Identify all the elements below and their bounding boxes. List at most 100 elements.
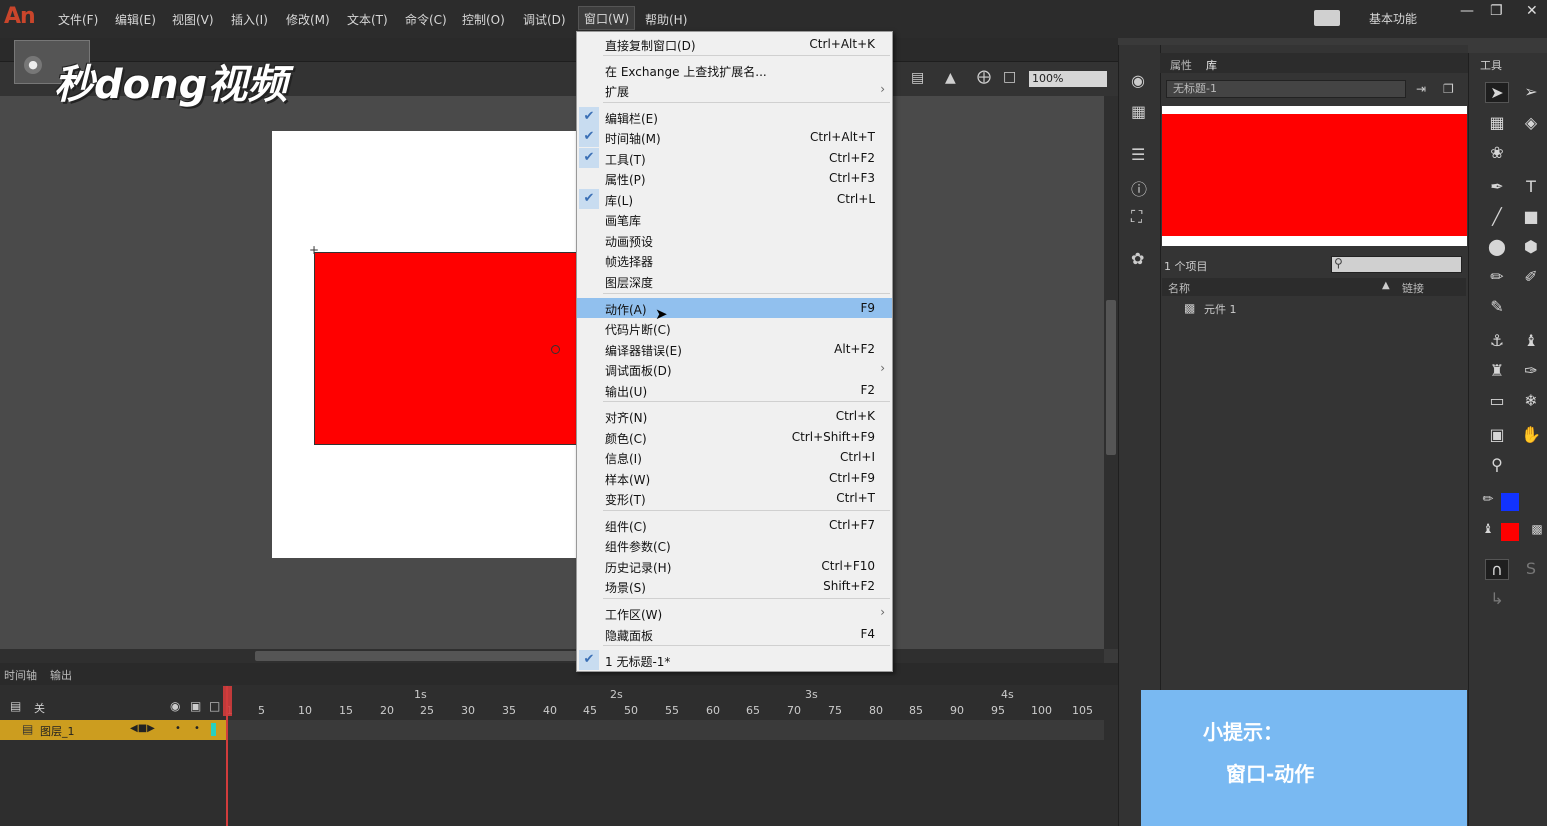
- layer-row[interactable]: ▤ 图层_1 ◀■▶ • •: [0, 720, 228, 740]
- tab-output[interactable]: 输出: [50, 667, 72, 683]
- window-menu-item[interactable]: 画笔库: [577, 209, 892, 229]
- snap-icon[interactable]: ⨁: [977, 69, 991, 85]
- window-menu-item[interactable]: 历史记录(H) Ctrl+F10: [577, 556, 892, 576]
- rectangle-tool-icon[interactable]: ■: [1519, 207, 1543, 226]
- window-menu-item[interactable]: 动画预设: [577, 230, 892, 250]
- menu-view[interactable]: 视图(V): [172, 11, 214, 28]
- window-menu-item[interactable]: 在 Exchange 上查找扩展名...: [577, 60, 892, 80]
- window-menu-item[interactable]: 组件(C) Ctrl+F7: [577, 515, 892, 535]
- library-item[interactable]: 元件 1: [1204, 301, 1237, 317]
- line-tool-icon[interactable]: ╱: [1485, 207, 1509, 226]
- layers-icon[interactable]: ▤: [10, 699, 21, 713]
- swap-colors-icon[interactable]: ▩: [1525, 522, 1547, 536]
- window-menu-item[interactable]: 扩展 ›: [577, 80, 892, 100]
- workspace-sync-icon[interactable]: [1314, 10, 1340, 26]
- width-tool-icon[interactable]: ❄: [1519, 391, 1543, 410]
- swatches-panel-icon[interactable]: ▦: [1131, 102, 1146, 121]
- lock-icon[interactable]: ▣: [190, 699, 201, 713]
- window-menu-item[interactable]: ✔ 工具(T) Ctrl+F2: [577, 148, 892, 168]
- zoom-tool-icon[interactable]: ⚲: [1485, 455, 1509, 474]
- menu-commands[interactable]: 命令(C): [405, 11, 447, 28]
- lasso-tool-icon[interactable]: ❀: [1485, 143, 1509, 162]
- fill-color-swatch[interactable]: [1501, 523, 1519, 541]
- layer-lock-dot[interactable]: •: [194, 723, 200, 734]
- eye-icon[interactable]: ◉: [170, 699, 180, 713]
- playhead[interactable]: [226, 686, 228, 826]
- library-col-name[interactable]: 名称: [1168, 280, 1190, 296]
- menu-file[interactable]: 文件(F): [58, 11, 98, 28]
- window-menu-item[interactable]: ✔ 1 无标题-1*: [577, 650, 892, 670]
- red-rectangle-shape[interactable]: [314, 252, 614, 445]
- clapboard-icon[interactable]: ▤: [911, 70, 924, 86]
- minimize-icon[interactable]: —: [1460, 3, 1474, 19]
- restore-icon[interactable]: ❐: [1490, 3, 1503, 19]
- frames-row[interactable]: [228, 720, 1104, 740]
- menu-control[interactable]: 控制(O): [462, 11, 505, 28]
- window-menu-item[interactable]: 对齐(N) Ctrl+K: [577, 406, 892, 426]
- subselection-tool-icon[interactable]: ➢: [1519, 82, 1543, 101]
- menu-window[interactable]: 窗口(W): [578, 6, 636, 30]
- window-menu-item[interactable]: 直接复制窗口(D) Ctrl+Alt+K: [577, 34, 892, 54]
- text-tool-icon[interactable]: T: [1519, 177, 1543, 196]
- free-transform-tool-icon[interactable]: ▦: [1485, 113, 1509, 132]
- outline-icon[interactable]: □: [209, 699, 220, 713]
- clip-icon[interactable]: □: [1003, 69, 1016, 85]
- window-menu-item[interactable]: 场景(S) Shift+F2: [577, 576, 892, 596]
- camera-tool-icon[interactable]: ▣: [1485, 425, 1509, 444]
- selection-tool-icon[interactable]: ➤: [1485, 82, 1509, 103]
- menu-text[interactable]: 文本(T): [347, 11, 388, 28]
- window-menu-item[interactable]: 帧选择器: [577, 250, 892, 270]
- vertical-scroll-thumb[interactable]: [1106, 300, 1116, 455]
- symbol-icon[interactable]: ▲: [945, 70, 956, 86]
- layer-nav-icon[interactable]: ◀■▶: [130, 723, 155, 734]
- eyedropper-tool-icon[interactable]: ✑: [1519, 361, 1543, 380]
- menu-insert[interactable]: 插入(I): [231, 11, 268, 28]
- pin-icon[interactable]: ⇥: [1416, 82, 1426, 96]
- new-library-icon[interactable]: ❐: [1443, 82, 1454, 96]
- bone-tool-icon[interactable]: ⚓: [1485, 331, 1509, 350]
- window-menu-item[interactable]: 编译器错误(E) Alt+F2: [577, 339, 892, 359]
- workspace-switcher[interactable]: 基本功能: [1369, 10, 1417, 27]
- window-menu-item[interactable]: 输出(U) F2: [577, 380, 892, 400]
- pen-tool-icon[interactable]: ✒: [1485, 177, 1509, 196]
- menu-edit[interactable]: 编辑(E): [115, 11, 156, 28]
- transform-point[interactable]: [551, 345, 560, 354]
- tab-library[interactable]: 库: [1206, 57, 1217, 73]
- menu-debug[interactable]: 调试(D): [523, 11, 566, 28]
- window-menu-item[interactable]: 代码片断(C): [577, 318, 892, 338]
- sort-asc-icon[interactable]: ▲: [1382, 280, 1390, 291]
- menu-modify[interactable]: 修改(M): [286, 11, 330, 28]
- window-menu-item[interactable]: 变形(T) Ctrl+T: [577, 488, 892, 508]
- layer-outline-swatch[interactable]: [211, 723, 216, 736]
- paint-brush-tool-icon[interactable]: ✐: [1519, 267, 1543, 286]
- window-menu-item[interactable]: 工作区(W) ›: [577, 603, 892, 623]
- smooth-icon[interactable]: S: [1519, 559, 1543, 578]
- window-menu-item[interactable]: ✔ 编辑栏(E): [577, 107, 892, 127]
- info-panel-icon[interactable]: ⓘ: [1131, 176, 1147, 200]
- paint-bucket-tool-icon[interactable]: ♝: [1519, 331, 1543, 350]
- window-menu-item[interactable]: 颜色(C) Ctrl+Shift+F9: [577, 427, 892, 447]
- color-panel-icon[interactable]: ◉: [1131, 71, 1145, 90]
- window-menu-item[interactable]: 样本(W) Ctrl+F9: [577, 468, 892, 488]
- menu-help[interactable]: 帮助(H): [645, 11, 687, 28]
- polystar-tool-icon[interactable]: ⬢: [1519, 237, 1543, 256]
- library-col-linkage[interactable]: 链接: [1402, 280, 1424, 296]
- snap-to-objects-icon[interactable]: ∩: [1485, 559, 1509, 580]
- align-panel-icon[interactable]: ☰: [1131, 145, 1145, 164]
- tab-timeline[interactable]: 时间轴: [4, 667, 37, 683]
- tab-properties[interactable]: 属性: [1170, 57, 1192, 73]
- close-icon[interactable]: ✕: [1526, 3, 1538, 19]
- transform-panel-icon[interactable]: ⛶: [1131, 207, 1142, 227]
- window-menu-item[interactable]: 组件参数(C): [577, 535, 892, 555]
- window-menu-item[interactable]: ✔ 时间轴(M) Ctrl+Alt+T: [577, 127, 892, 147]
- zoom-select[interactable]: 100%: [1029, 71, 1107, 87]
- library-search-input[interactable]: [1331, 256, 1462, 273]
- window-menu-item[interactable]: 隐藏面板 F4: [577, 624, 892, 644]
- window-menu-item[interactable]: 信息(I) Ctrl+I: [577, 447, 892, 467]
- window-menu-item[interactable]: 调试面板(D) ›: [577, 359, 892, 379]
- components-panel-icon[interactable]: ✿: [1131, 249, 1144, 268]
- layer-name[interactable]: 图层_1: [40, 723, 75, 739]
- ink-bottle-tool-icon[interactable]: ♜: [1485, 361, 1509, 380]
- layer-visible-dot[interactable]: •: [175, 723, 181, 734]
- window-menu-item[interactable]: 动作(A) F9: [577, 298, 892, 318]
